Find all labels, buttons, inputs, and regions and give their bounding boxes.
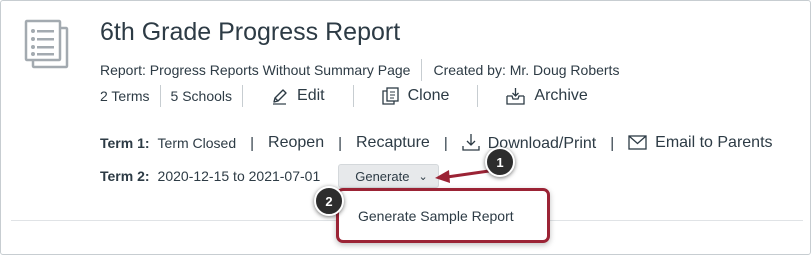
callout-badge-1: 1 bbox=[485, 147, 515, 177]
generate-label: Generate bbox=[355, 168, 410, 184]
divider bbox=[477, 85, 479, 107]
term-2-dates: 2020-12-15 to 2021-07-01 bbox=[157, 168, 321, 184]
callout-arrow bbox=[435, 169, 490, 183]
generate-sample-report-option[interactable]: Generate Sample Report bbox=[336, 188, 550, 243]
term-1-label: Term 1: bbox=[100, 135, 150, 151]
envelope-icon bbox=[628, 135, 647, 150]
term-2-row: Term 2: 2020-12-15 to 2021-07-01 Generat… bbox=[100, 164, 439, 188]
divider: | bbox=[443, 134, 448, 152]
divider: | bbox=[338, 134, 342, 152]
callout-badge-2: 2 bbox=[314, 186, 344, 216]
download-print-link[interactable]: Download/Print bbox=[462, 133, 596, 153]
term-1-row: Term 1: Term Closed | Reopen | Recapture… bbox=[100, 132, 773, 154]
divider bbox=[352, 85, 354, 107]
reopen-link[interactable]: Reopen bbox=[268, 134, 324, 152]
edit-label: Edit bbox=[297, 87, 325, 104]
created-by: Created by: Mr. Doug Roberts bbox=[433, 62, 620, 78]
download-icon bbox=[462, 134, 480, 151]
divider: | bbox=[610, 134, 615, 152]
term-1-status: Term Closed bbox=[157, 135, 237, 151]
archive-icon bbox=[506, 88, 526, 105]
archive-button[interactable]: Archive bbox=[506, 87, 588, 105]
divider bbox=[159, 85, 161, 107]
report-document-icon bbox=[23, 19, 71, 69]
report-stats-actions: 2 Terms 5 Schools Edit Clone Archive bbox=[100, 84, 588, 108]
terms-count: 2 Terms bbox=[100, 88, 150, 104]
report-card: 6th Grade Progress Report Report: Progre… bbox=[0, 0, 811, 255]
schools-count: 5 Schools bbox=[170, 88, 233, 104]
clone-icon bbox=[381, 87, 399, 105]
divider: | bbox=[250, 134, 255, 152]
archive-label: Archive bbox=[534, 87, 588, 104]
divider bbox=[242, 85, 244, 107]
report-type: Report: Progress Reports Without Summary… bbox=[100, 62, 411, 78]
email-parents-link[interactable]: Email to Parents bbox=[628, 134, 773, 152]
report-meta: Report: Progress Reports Without Summary… bbox=[100, 59, 619, 81]
report-title: 6th Grade Progress Report bbox=[100, 18, 401, 46]
edit-button[interactable]: Edit bbox=[271, 87, 325, 105]
clone-button[interactable]: Clone bbox=[381, 87, 450, 105]
pencil-icon bbox=[273, 88, 287, 105]
recapture-link[interactable]: Recapture bbox=[356, 134, 430, 152]
menu-item-label: Generate Sample Report bbox=[358, 207, 514, 224]
generate-dropdown-button[interactable]: Generate ⌄ bbox=[338, 164, 439, 188]
term-2-label: Term 2: bbox=[100, 168, 150, 184]
email-parents-label: Email to Parents bbox=[655, 134, 773, 151]
clone-label: Clone bbox=[407, 87, 450, 104]
chevron-down-icon: ⌄ bbox=[418, 170, 428, 183]
divider bbox=[421, 59, 423, 81]
